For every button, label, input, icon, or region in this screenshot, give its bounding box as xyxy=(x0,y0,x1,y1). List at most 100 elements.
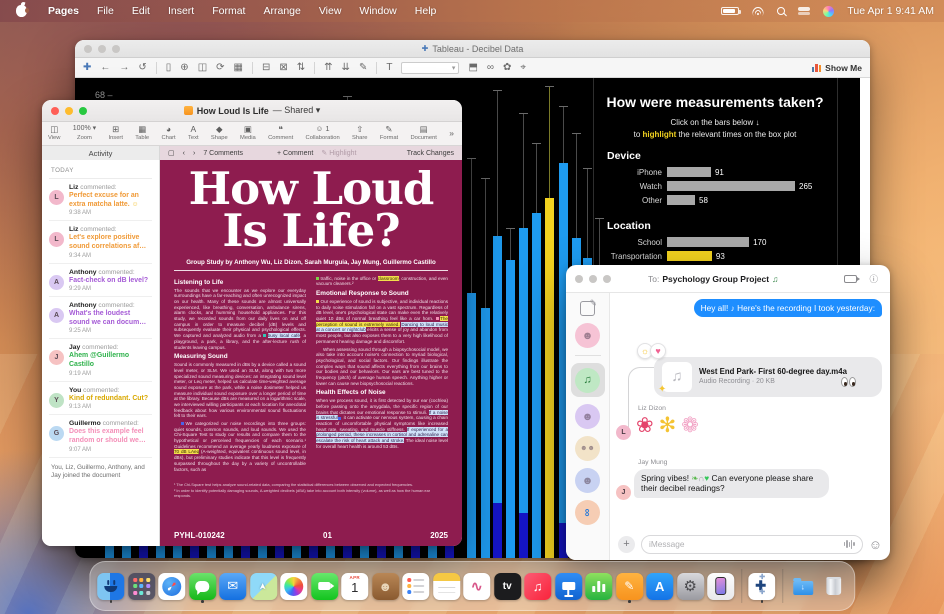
toolbar-media-button[interactable]: ▣Media xyxy=(240,125,256,142)
message-input-field[interactable]: iMessage xyxy=(641,535,863,554)
toolbar-text-button[interactable]: AText xyxy=(188,125,199,142)
minimize-button[interactable] xyxy=(65,107,73,115)
dock-contacts[interactable]: ☻ xyxy=(372,573,399,600)
show-me-button[interactable]: Show Me xyxy=(812,63,862,73)
dock-messages[interactable] xyxy=(189,573,216,600)
tapback-reactions[interactable]: ☼♥ xyxy=(640,343,666,359)
bar[interactable] xyxy=(667,181,795,191)
boxplot-bar[interactable] xyxy=(506,260,515,558)
tableau-title-bar[interactable]: ✚ Tableau - Decibel Data xyxy=(75,40,870,58)
boxplot-bar[interactable] xyxy=(493,236,502,558)
flower-emoji-message[interactable]: ❀✻❁ xyxy=(636,415,699,436)
highlighted-text[interactable]: 70 dB LAeq xyxy=(174,449,199,454)
boxplot-bar[interactable] xyxy=(532,213,541,558)
conversation-lavender[interactable]: ☻ xyxy=(575,468,600,493)
bar-row-other[interactable]: Other58 xyxy=(597,194,833,206)
search-icon[interactable] xyxy=(777,7,785,15)
window-controls[interactable] xyxy=(575,275,611,283)
boxplot-bar[interactable] xyxy=(545,198,554,558)
save-icon[interactable]: ▯ xyxy=(166,62,172,73)
tableau-logo-icon[interactable]: ✚ xyxy=(83,62,91,73)
zoom-button[interactable] xyxy=(603,275,611,283)
dock-keynote[interactable] xyxy=(555,573,582,600)
toolbar-table-button[interactable]: ▦Table xyxy=(135,125,149,142)
dock-settings[interactable]: ⚙ xyxy=(677,573,704,600)
conversation-title[interactable]: Psychology Group Project xyxy=(662,274,769,284)
toolbar-chart-button[interactable]: ◕Chart xyxy=(161,125,175,142)
dock-tv[interactable]: tv xyxy=(494,573,521,600)
add-attachment-button[interactable]: + xyxy=(618,536,635,553)
analytics-icon[interactable]: ⌖ xyxy=(520,62,526,73)
dock-notes[interactable] xyxy=(433,573,460,600)
comment-item[interactable]: JJay commented:Ahem @Guillermo Castillo9… xyxy=(49,339,152,381)
add-comment-button[interactable]: + Comment xyxy=(277,150,313,157)
text-label-icon[interactable]: T xyxy=(386,62,392,73)
toolbar-insert-button[interactable]: ⊞Insert xyxy=(108,125,123,142)
menu-clock[interactable]: Tue Apr 1 9:41 AM xyxy=(847,5,934,17)
toolbar-shape-button[interactable]: ◆Shape xyxy=(211,125,228,142)
apple-menu-icon[interactable] xyxy=(16,5,27,17)
sent-message-bubble[interactable]: Hey all! ♪ Here's the recording I took y… xyxy=(694,299,882,317)
menu-item-view[interactable]: View xyxy=(310,5,351,17)
bar[interactable] xyxy=(667,195,695,205)
back-icon[interactable]: ← xyxy=(100,62,110,73)
dock-numbers[interactable] xyxy=(585,573,612,600)
prev-comment-button[interactable]: ‹ xyxy=(183,150,185,157)
comment-item[interactable]: YYou commented:Kind of redundant. Cut?9:… xyxy=(49,382,152,416)
dock-freeform[interactable]: ∿ xyxy=(463,573,490,600)
dock-calendar[interactable]: APR1 xyxy=(341,573,368,600)
bar[interactable] xyxy=(667,251,712,261)
dock-mail[interactable]: ✉ xyxy=(219,573,246,600)
menu-item-edit[interactable]: Edit xyxy=(123,5,159,17)
dock-safari[interactable] xyxy=(158,573,185,600)
minimize-button[interactable] xyxy=(98,45,106,53)
wifi-icon[interactable] xyxy=(752,7,764,16)
minimize-button[interactable] xyxy=(589,275,597,283)
menu-item-window[interactable]: Window xyxy=(350,5,405,17)
add-data-icon[interactable]: ⊕ xyxy=(180,62,188,73)
bar-row-watch[interactable]: Watch265 xyxy=(597,180,833,192)
duplicate-icon[interactable]: ⊟ xyxy=(262,62,270,73)
toolbar-zoom-button[interactable]: 100% ▾Zoom xyxy=(73,125,96,142)
pages-shared-label[interactable]: — Shared ▾ xyxy=(273,105,321,116)
sort-ascending-icon[interactable]: ⇈ xyxy=(324,62,332,73)
audio-message-icon[interactable] xyxy=(844,540,855,549)
highlight-button[interactable]: ✎ Highlight xyxy=(321,149,356,157)
toolbar-comment-button[interactable]: ❝Comment xyxy=(268,125,293,142)
next-comment-button[interactable]: › xyxy=(193,150,195,157)
toolbar-overflow-button[interactable]: » xyxy=(449,129,454,139)
boxplot-bar[interactable] xyxy=(481,308,490,558)
dock-launchpad[interactable] xyxy=(128,573,155,600)
dock-finder[interactable] xyxy=(97,573,124,600)
control-center-icon[interactable] xyxy=(798,7,810,16)
conversation-purple[interactable]: ☻ xyxy=(575,404,600,429)
dock-downloads[interactable] xyxy=(789,573,816,600)
fit-selector[interactable]: ▾ xyxy=(401,62,459,74)
share-icon[interactable]: ∞ xyxy=(487,62,494,73)
menu-item-arrange[interactable]: Arrange xyxy=(254,5,309,17)
compose-icon[interactable] xyxy=(580,301,595,316)
comment-item[interactable]: LLiz commented:Perfect excuse for an ext… xyxy=(49,179,152,221)
new-worksheet-icon[interactable]: ▦ xyxy=(234,62,243,73)
bar-row-school[interactable]: School170 xyxy=(597,236,833,248)
zoom-button[interactable] xyxy=(79,107,87,115)
dock-appstore[interactable]: A xyxy=(646,573,673,600)
dock-photos[interactable] xyxy=(280,573,307,600)
track-changes-button[interactable]: Track Changes xyxy=(407,150,454,157)
close-button[interactable] xyxy=(51,107,59,115)
presentation-mode-icon[interactable]: ⬒ xyxy=(468,62,477,73)
dock-tableau[interactable]: ✚✚✚ xyxy=(748,573,775,600)
swap-icon[interactable]: ⇅ xyxy=(297,62,305,73)
bar[interactable] xyxy=(667,237,749,247)
selected-conversation[interactable]: ♫ xyxy=(571,363,605,397)
boxplot-bar[interactable] xyxy=(467,293,476,558)
eyes-tapback-icon[interactable] xyxy=(841,377,856,387)
dock-maps[interactable]: ➤ xyxy=(250,573,277,600)
conversation-butterfly[interactable]: ∞ xyxy=(575,500,600,525)
received-message-bubble[interactable]: Spring vibes! ❧∩♥ Can everyone please sh… xyxy=(634,469,829,498)
messages-title-bar[interactable]: To: Psychology Group Project ♫ ⓘ xyxy=(566,265,890,293)
dock-iphone-mirroring[interactable] xyxy=(707,573,734,600)
window-controls[interactable] xyxy=(84,45,120,53)
bar-row-iphone[interactable]: iPhone91 xyxy=(597,166,833,178)
bar[interactable] xyxy=(667,167,711,177)
